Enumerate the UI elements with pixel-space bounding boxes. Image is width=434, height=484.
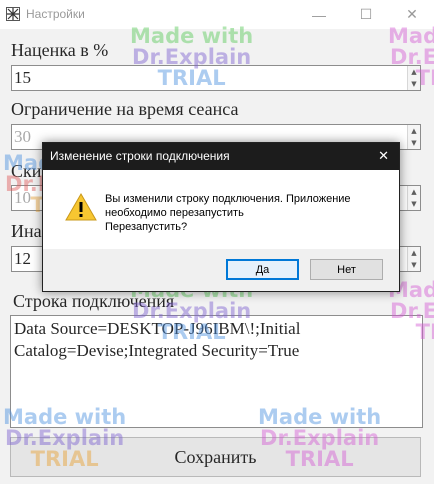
app-icon: [6, 7, 20, 21]
minimize-icon: —: [312, 6, 326, 23]
close-icon[interactable]: ✕: [378, 148, 389, 164]
minimize-button[interactable]: —: [296, 0, 342, 29]
no-button[interactable]: Нет: [310, 259, 383, 280]
window-title: Настройки: [26, 7, 85, 21]
close-icon: ✕: [406, 6, 418, 22]
restart-dialog: Изменение строки подключения ✕ Вы измени…: [42, 142, 400, 292]
maximize-icon: ☐: [359, 6, 373, 22]
yes-button[interactable]: Да: [226, 259, 299, 280]
dialog-button-bar: Да Нет: [43, 249, 399, 291]
warning-icon: [65, 192, 97, 221]
maximize-button[interactable]: ☐: [343, 0, 389, 29]
dialog-message: Вы изменили строку подключения. Приложен…: [105, 193, 351, 233]
dialog-title: Изменение строки подключения: [43, 143, 399, 170]
title-bar: Настройки — ☐ ✕: [0, 0, 434, 29]
close-button[interactable]: ✕: [389, 0, 434, 29]
